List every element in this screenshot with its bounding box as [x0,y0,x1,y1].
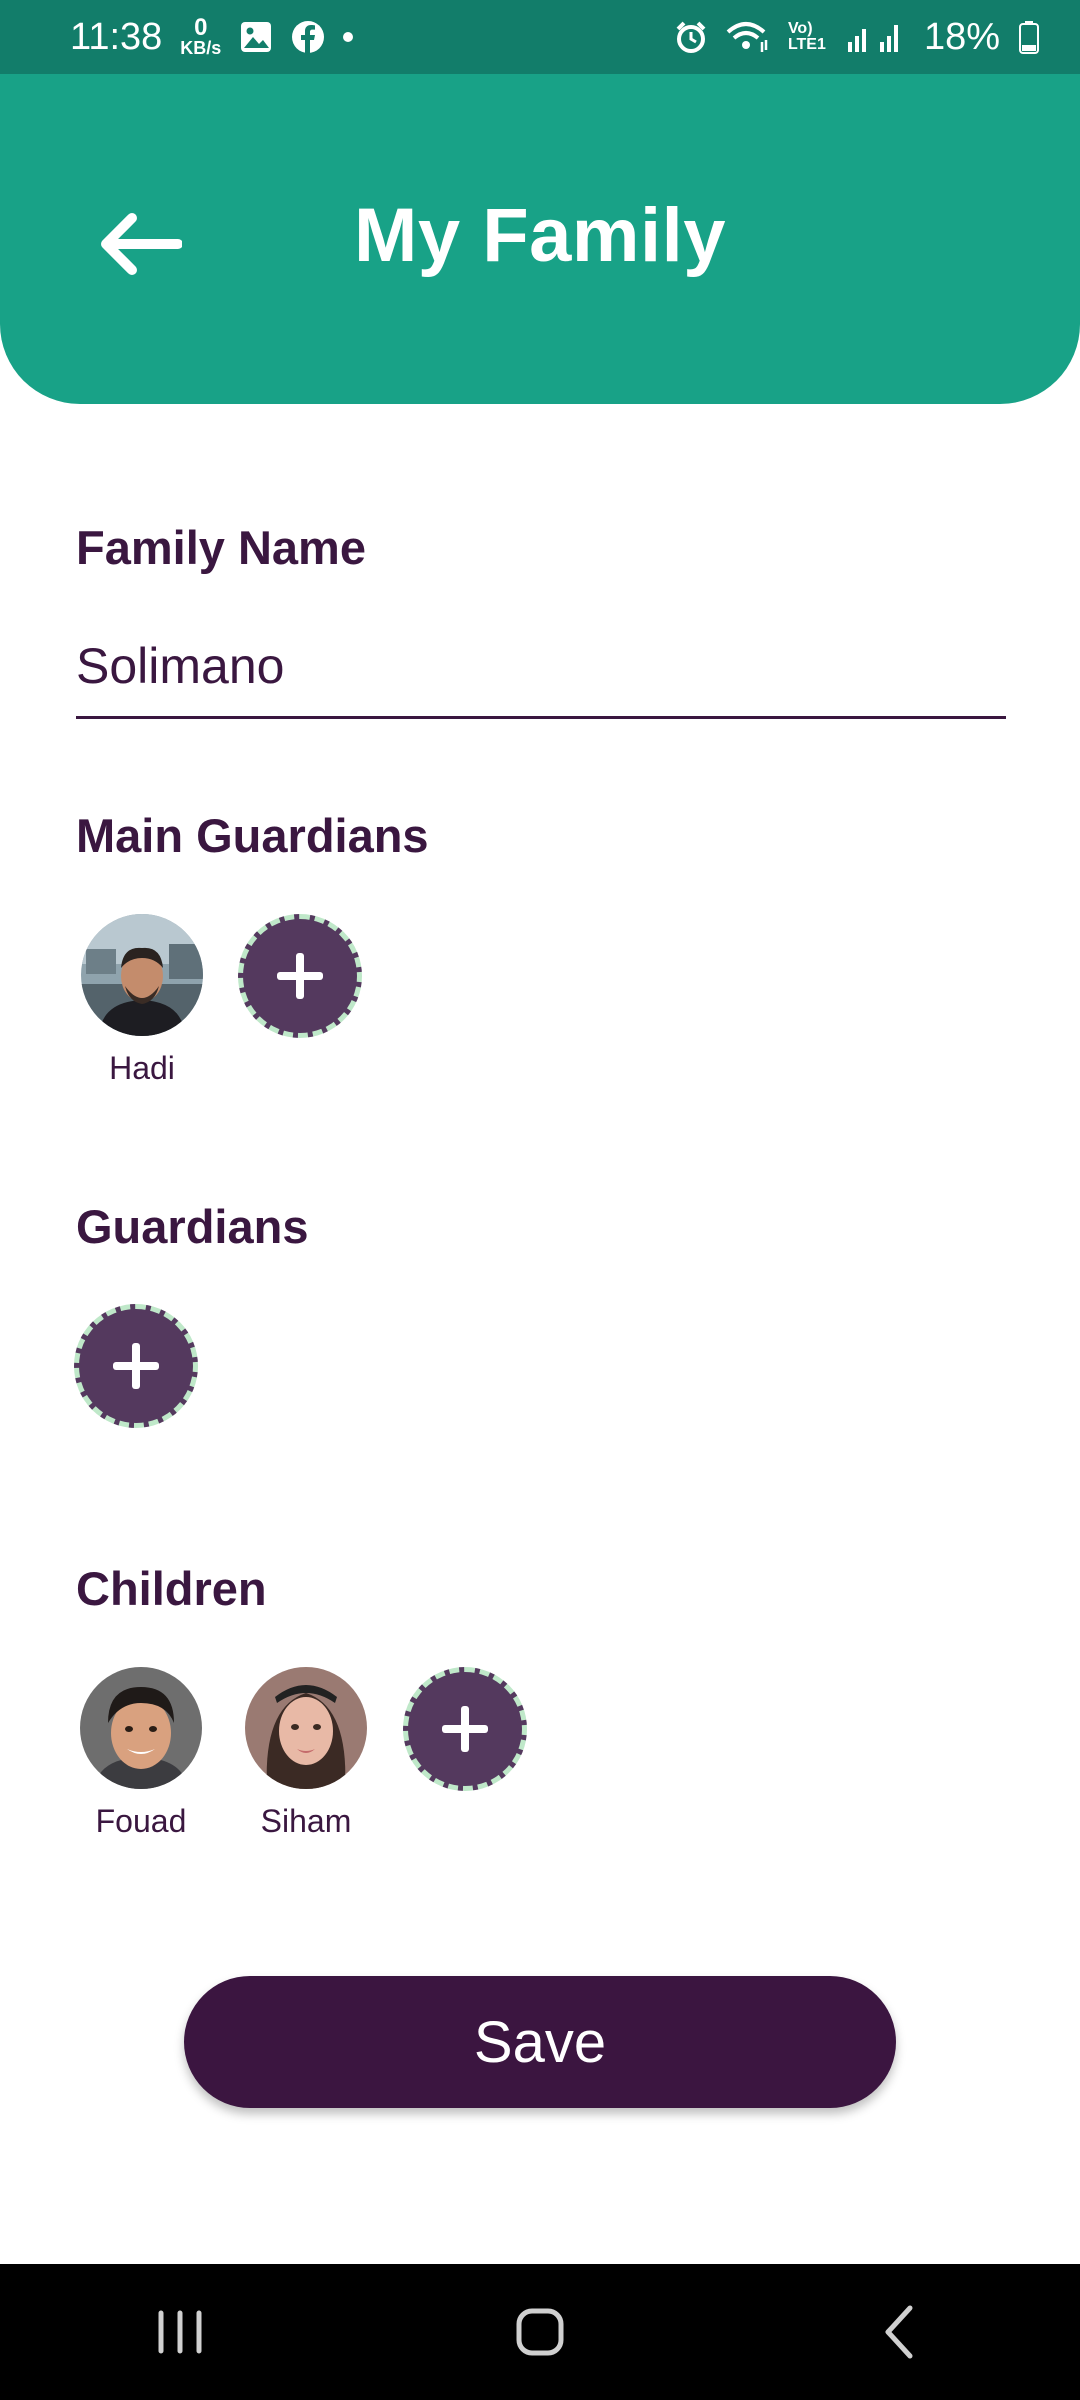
status-right: Vo) LTE1 18% [674,16,1040,59]
add-child-button[interactable] [403,1667,527,1791]
avatar[interactable] [81,914,203,1036]
battery-icon [1018,20,1040,54]
plus-icon [113,1343,159,1389]
family-name-input[interactable] [76,615,1006,719]
net-speed-value: 0 [194,14,208,41]
network-label: Vo) LTE1 [787,20,826,53]
net-speed: 0 KB/s [180,14,222,58]
save-button[interactable]: Save [184,1976,896,2108]
family-name-label: Family Name [76,521,366,574]
back-icon [885,2305,913,2359]
recents-button[interactable] [120,2282,240,2382]
member-name: Fouad [95,1803,187,1839]
main-guardian-item[interactable]: Hadi [77,914,207,1087]
member-name: Hadi [109,1050,175,1086]
page-title: My Family [354,193,726,278]
wifi-icon [726,20,770,54]
plus-icon [442,1706,488,1752]
avatar[interactable] [80,1667,202,1789]
children-label: Children [76,1562,267,1615]
net-speed-unit: KB/s [180,38,222,58]
gallery-icon [239,20,273,54]
signal-icon [846,20,906,54]
recents-icon [158,2310,202,2354]
facebook-icon [291,20,325,54]
add-main-guardian-button[interactable] [238,914,362,1038]
header: My Family [0,74,1080,404]
battery-percent: 18% [923,15,1000,58]
child-item[interactable]: Fouad [76,1667,206,1840]
main-guardians-label: Main Guardians [76,809,429,862]
back-nav-button[interactable] [840,2282,960,2382]
home-button[interactable] [480,2282,600,2382]
member-name: Siham [260,1803,352,1839]
status-bar: 11:38 0 KB/s Vo) LTE1 18% [0,0,1080,74]
add-guardian-button[interactable] [74,1304,198,1428]
status-time: 11:38 [70,15,163,58]
notification-dot [343,32,354,42]
my-family-screen: 11:38 0 KB/s Vo) LTE1 18% My Family Fami… [0,0,1080,2400]
plus-icon [277,953,323,999]
child-item[interactable]: Siham [241,1667,371,1840]
home-icon [516,2308,564,2356]
avatar[interactable] [245,1667,367,1789]
alarm-icon [674,20,708,54]
status-left: 11:38 0 KB/s [70,14,354,59]
guardians-label: Guardians [76,1200,309,1253]
system-nav-bar [0,2264,1080,2400]
